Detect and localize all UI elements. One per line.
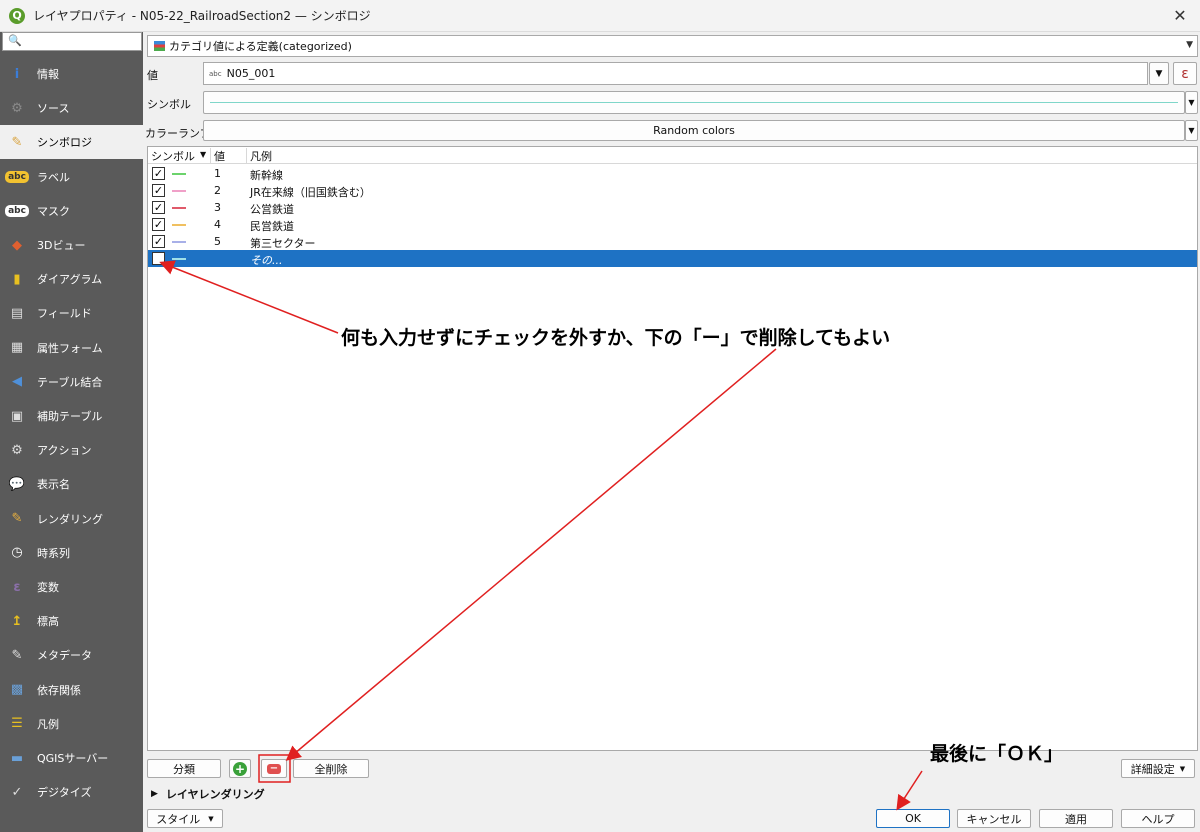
annotation-arrow-to-remove [285, 348, 777, 761]
annotation-arrow-to-ok [896, 770, 923, 811]
annotation-arrow-to-checkbox [159, 260, 339, 334]
annotation-highlight-remove [258, 754, 291, 783]
annotation-overlay [159, 260, 923, 811]
